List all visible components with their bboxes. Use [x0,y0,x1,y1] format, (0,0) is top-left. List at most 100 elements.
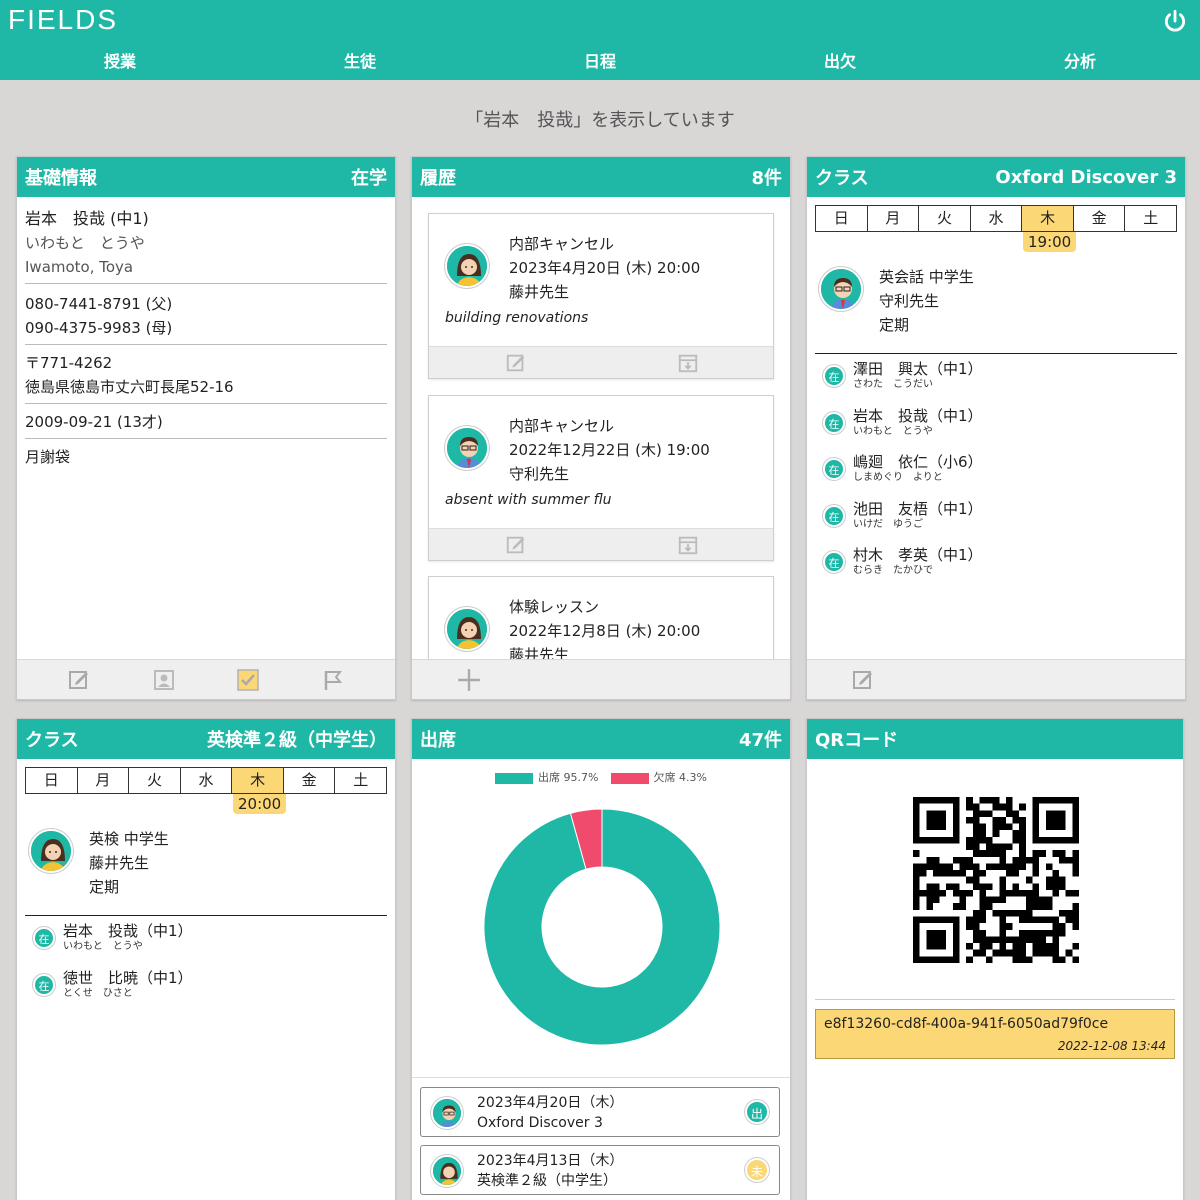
class-time: 19:00 [1023,232,1077,252]
student-list-item[interactable]: 在岩本 投哉（中1） いわもと とうや [33,921,193,953]
male-teacher-avatar [431,1097,463,1129]
add-icon[interactable] [456,667,482,693]
weekday-mon: 月 [866,206,919,231]
attendance-donut-chart [483,808,721,1046]
class-card: クラス Oxford Discover 3 日 月 火 水 木 金 土 19:0… [806,156,1186,700]
student-name: 岩本 投哉 (中1) [25,209,149,228]
attendance-item[interactable]: 2023年4月20日（木） Oxford Discover 3 出 [420,1087,780,1137]
history-count: 8件 [751,168,782,189]
student-list-item[interactable]: 在池田 友梧（中1） いけだ ゆうご [823,499,983,531]
card-header: クラス 英検準２級（中学生） [17,719,395,759]
edit-icon[interactable] [67,668,91,692]
weekday-sat: 土 [334,768,386,793]
card-footer [17,659,395,699]
legend-label: 出席 95.7% [538,771,599,784]
card-footer [412,659,790,699]
qr-timestamp: 2022-12-08 13:44 [1057,1039,1166,1053]
attendance-card: 出席 47件 出席 95.7% 欠席 4.3% 2023年4月20日（木） Oxf… [411,718,791,1200]
legend-item[interactable]: 出席 95.7% [495,769,599,785]
history-actions [429,528,773,560]
phone-mother[interactable]: 090-4375-9983 (母) [25,316,387,345]
student-kana: いけだ ゆうご [853,519,923,530]
card-title: 履歴 [420,168,456,189]
class-name[interactable]: Oxford Discover 3 [995,167,1177,188]
female-teacher-avatar [29,829,73,873]
history-teacher: 守利先生 [509,465,570,483]
history-item: 体験レッスン 2022年12月8日 (木) 20:00 藤井先生 [428,576,774,659]
edit-icon[interactable] [851,668,875,692]
legend-item[interactable]: 欠席 4.3% [610,769,707,785]
history-teacher: 藤井先生 [509,646,570,659]
weekday-wed: 水 [179,768,232,793]
student-name: 澤田 興太（中1） [853,360,983,378]
weekday-strip: 日 月 火 水 木 金 土 [815,205,1177,232]
weekday-wed: 水 [969,206,1022,231]
student-kana: とくせ ひさと [63,988,133,999]
enrolled-badge: 在 [33,974,55,996]
female-teacher-avatar [431,1155,463,1187]
history-type: 体験レッスン [509,598,600,616]
student-kana: むらき たかひで [853,565,933,576]
chart-legend: 出席 95.7% 欠席 4.3% [412,769,790,785]
course-name: 英会話 中学生 [879,268,974,286]
class-name[interactable]: 英検準２級（中学生） [207,726,387,752]
qr-code-box[interactable]: e8f13260-cd8f-400a-941f-6050ad79f0ce 202… [815,1009,1175,1059]
power-icon[interactable] [1162,8,1188,34]
archive-icon[interactable] [677,534,699,556]
female-teacher-avatar [445,607,489,651]
history-note: absent with summer flu [445,492,612,508]
history-note: building renovations [445,310,589,326]
attendance-class: 英検準２級（中学生） [477,1173,617,1189]
main-nav: 授業 生徒 日程 出欠 分析 [0,48,1200,72]
attendance-status-badge: 未 [745,1158,769,1182]
top-bar: FIELDS 授業 生徒 日程 出欠 分析 [0,0,1200,80]
app-logo[interactable]: FIELDS [8,4,118,36]
phone-father[interactable]: 080-7441-8791 (父) [25,292,387,316]
attendance-date: 2023年4月20日（木） [477,1095,624,1111]
nav-students[interactable]: 生徒 [240,48,480,72]
class-kind: 定期 [89,878,120,896]
archive-icon[interactable] [677,352,699,374]
divider [815,353,1177,354]
edit-icon[interactable] [505,352,527,374]
student-kana: いわもと とうや [25,234,145,252]
teacher-name: 藤井先生 [89,854,150,872]
enrollment-status: 在学 [351,168,387,189]
student-list-item[interactable]: 在澤田 興太（中1） さわた こうだい [823,359,983,391]
attendance-date: 2023年4月13日（木） [477,1153,624,1169]
student-list-item[interactable]: 在村木 孝英（中1） むらき たかひで [823,545,983,577]
nav-analysis[interactable]: 分析 [960,48,1200,72]
course-name: 英検 中学生 [89,830,169,848]
edit-icon[interactable] [505,534,527,556]
student-name: 岩本 投哉（中1） [853,407,983,425]
teacher-name: 守利先生 [879,292,940,310]
nav-attendance[interactable]: 出欠 [720,48,960,72]
enrolled-badge: 在 [823,365,845,387]
card-footer [807,659,1185,699]
history-type: 内部キャンセル [509,417,615,435]
history-list[interactable]: 内部キャンセル 2023年4月20日 (木) 20:00 藤井先生 building… [412,197,790,659]
weekday-tue: 火 [918,206,970,231]
student-list-item[interactable]: 在岩本 投哉（中1） いわもと とうや [823,406,983,438]
qr-code-id: e8f13260-cd8f-400a-941f-6050ad79f0ce [824,1016,1109,1032]
student-list-item[interactable]: 在徳世 比暁（中1） とくせ ひさと [33,968,193,1000]
history-type: 内部キャンセル [509,235,615,253]
profile-card-icon[interactable] [152,668,176,692]
card-title: 出席 [420,730,456,751]
class-card: クラス 英検準２級（中学生） 日 月 火 水 木 金 土 20:00 英検 中学… [16,718,396,1200]
history-date: 2022年12月8日 (木) 20:00 [509,622,701,640]
history-date: 2023年4月20日 (木) 20:00 [509,259,701,277]
flag-icon[interactable] [321,668,345,692]
nav-schedule[interactable]: 日程 [480,48,720,72]
attendance-item[interactable]: 2023年4月13日（木） 英検準２級（中学生） 未 [420,1145,780,1195]
checkbox-icon[interactable] [236,668,260,692]
nav-lessons[interactable]: 授業 [0,48,240,72]
weekday-tue: 火 [128,768,180,793]
student-list-item[interactable]: 在嶋廻 依仁（小6） しまめぐり よりと [823,452,983,484]
student-kana: さわた こうだい [853,379,933,390]
weekday-fri: 金 [282,768,335,793]
enrolled-badge: 在 [823,458,845,480]
enrolled-badge: 在 [823,505,845,527]
legend-label: 欠席 4.3% [653,771,707,784]
female-teacher-avatar [445,244,489,288]
